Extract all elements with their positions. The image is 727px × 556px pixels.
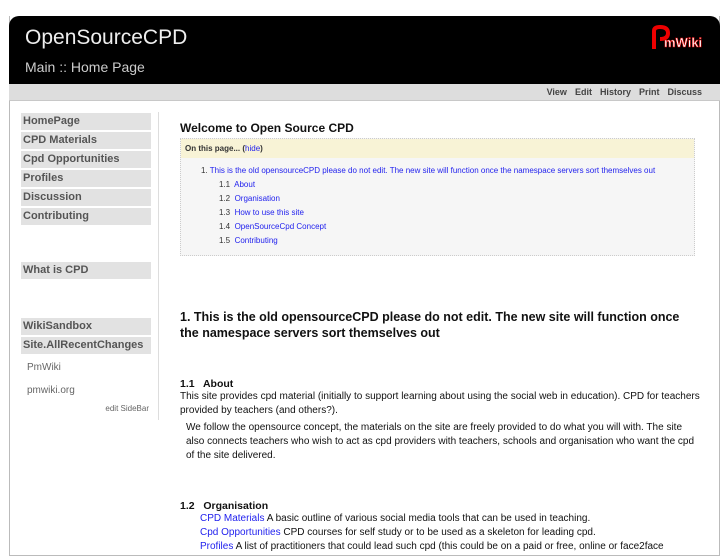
edit-sidebar-link[interactable]: edit SideBar: [21, 404, 151, 413]
org-link-profiles[interactable]: Profiles: [200, 541, 233, 552]
about-paragraph-1: This site provides cpd material (initial…: [180, 391, 700, 416]
toc-link-contributing[interactable]: Contributing: [235, 236, 278, 245]
sidebar-item-cpd-materials[interactable]: CPD Materials: [21, 132, 151, 149]
toc-link-concept[interactable]: OpenSourceCpd Concept: [235, 222, 327, 231]
sidebar-item-what-is-cpd[interactable]: What is CPD: [21, 262, 151, 279]
toc-item: 1.1 About: [219, 180, 256, 189]
section-heading-1: 1. This is the old opensourceCPD please …: [180, 310, 680, 340]
section-heading-organisation: 1.2 Organisation: [180, 500, 269, 512]
section-heading-about: 1.1 About: [180, 378, 234, 390]
toc-link[interactable]: This is the old opensourceCPD please do …: [210, 166, 655, 175]
org-link-cpd-materials[interactable]: CPD Materials: [200, 513, 264, 524]
sidebar-item-wikisandbox[interactable]: WikiSandbox: [21, 318, 151, 335]
toc-item: 1. This is the old opensourceCPD please …: [201, 166, 656, 175]
toc-link-organisation[interactable]: Organisation: [235, 194, 280, 203]
toc-item: 1.4 OpenSourceCpd Concept: [219, 222, 327, 231]
sidebar-item-homepage[interactable]: HomePage: [21, 113, 151, 130]
sidebar-item-contributing[interactable]: Contributing: [21, 208, 151, 225]
page-title: Welcome to Open Source CPD: [180, 121, 354, 135]
sidebar-item-discussion[interactable]: Discussion: [21, 189, 151, 206]
toc-item: 1.3 How to use this site: [219, 208, 304, 217]
action-history[interactable]: History: [600, 87, 631, 97]
sidebar-item-recent-changes[interactable]: Site.AllRecentChanges: [21, 337, 151, 354]
sidebar-link-pmwiki[interactable]: PmWiki: [21, 356, 151, 379]
pmwiki-logo[interactable]: mWiki: [648, 25, 706, 51]
sidebar-item-profiles[interactable]: Profiles: [21, 170, 151, 187]
action-print[interactable]: Print: [639, 87, 660, 97]
org-item: Profiles A list of practitioners that co…: [200, 541, 664, 552]
table-of-contents: On this page... (hide) 1. This is the ol…: [180, 138, 695, 256]
toc-link-how-to-use[interactable]: How to use this site: [235, 208, 304, 217]
sidebar-item-cpd-opportunities[interactable]: Cpd Opportunities: [21, 151, 151, 168]
sidebar-link-pmwiki-org[interactable]: pmwiki.org: [21, 379, 151, 402]
page-actions-bar: View Edit History Print Discuss: [9, 84, 720, 101]
action-edit[interactable]: Edit: [575, 87, 592, 97]
about-paragraph-2: We follow the opensource concept, the ma…: [186, 422, 695, 461]
org-item: CPD Materials A basic outline of various…: [200, 513, 591, 524]
toc-item: 1.2 Organisation: [219, 194, 280, 203]
action-view[interactable]: View: [547, 87, 567, 97]
main-content: Welcome to Open Source CPD On this page.…: [180, 121, 700, 554]
org-item: Cpd Opportunities CPD courses for self s…: [200, 527, 596, 538]
toc-hide-link[interactable]: hide: [245, 144, 260, 153]
sidebar-divider: [158, 112, 159, 420]
toc-heading: On this page...: [185, 144, 241, 153]
site-title[interactable]: OpenSourceCPD: [25, 26, 187, 50]
action-discuss[interactable]: Discuss: [667, 87, 702, 97]
sidebar: HomePage CPD Materials Cpd Opportunities…: [21, 113, 151, 413]
toc-link-about[interactable]: About: [234, 180, 255, 189]
page-breadcrumb: Main :: Home Page: [25, 59, 145, 75]
org-link-cpd-opportunities[interactable]: Cpd Opportunities: [200, 527, 281, 538]
svg-text:mWiki: mWiki: [664, 35, 702, 50]
site-header: OpenSourceCPD Main :: Home Page mWiki: [9, 16, 720, 84]
toc-item: 1.5 Contributing: [219, 236, 278, 245]
